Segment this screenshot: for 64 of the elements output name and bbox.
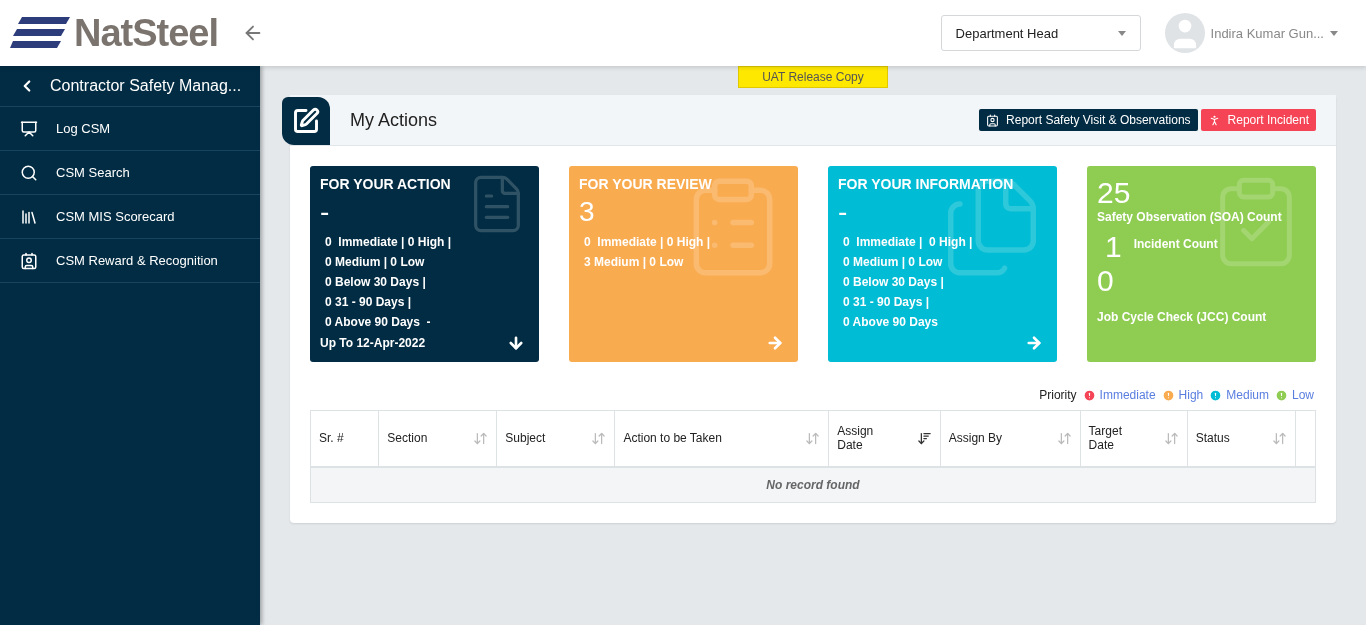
card-count: - xyxy=(320,195,330,229)
sidebar-item[interactable]: CSM Search xyxy=(0,151,260,195)
sort-icon[interactable] xyxy=(916,430,932,446)
uat-banner: UAT Release Copy xyxy=(738,66,888,88)
column-header[interactable]: Subject xyxy=(496,410,615,467)
column-header[interactable]: Target Date xyxy=(1080,410,1188,467)
search-icon xyxy=(20,163,38,182)
card-line: 0 Immediate | 0 High | xyxy=(324,234,453,251)
card-footer: Up To 12-Apr-2022 xyxy=(320,336,426,350)
sidebar-title[interactable]: Contractor Safety Manag... xyxy=(0,66,260,107)
report-incident-button[interactable]: Report Incident xyxy=(1200,109,1316,131)
stat-label: Job Cycle Check (JCC) Count xyxy=(1097,310,1268,324)
role-select[interactable]: Department Head xyxy=(940,15,1141,51)
card-line: 0 31 - 90 Days | xyxy=(842,294,931,311)
presentation-board-icon xyxy=(20,119,38,138)
legend-text: High xyxy=(1178,388,1204,402)
card-count: 3 xyxy=(579,195,595,229)
column-header[interactable]: Section xyxy=(378,410,497,467)
id-card-icon xyxy=(986,113,1000,127)
card-line: 0 Medium | 0 Low xyxy=(842,254,944,271)
card-line: 0 Above 90 Days - xyxy=(324,314,432,331)
logo-text: NatSteel xyxy=(74,11,219,55)
legend-label: Priority xyxy=(1039,388,1077,402)
user-name[interactable]: Indira Kumar Gun... xyxy=(1210,25,1324,41)
column-header[interactable]: Action to be Taken xyxy=(614,410,829,467)
sidebar-item[interactable]: CSM Reward & Recognition xyxy=(0,239,260,283)
arrow-down-icon[interactable] xyxy=(507,334,525,352)
column-header[interactable]: Assign By xyxy=(940,410,1081,467)
sidebar-item[interactable]: CSM MIS Scorecard xyxy=(0,195,260,239)
card-title: FOR YOUR REVIEW xyxy=(579,176,713,192)
card-line: 0 Above 90 Days xyxy=(842,314,939,331)
legend-text: Low xyxy=(1292,388,1314,402)
card-line: 0 31 - 90 Days | xyxy=(324,294,413,311)
card-title: FOR YOUR INFORMATION xyxy=(838,176,1015,192)
avatar-icon[interactable] xyxy=(1164,13,1205,53)
card-line: 0 Immediate | 0 High | xyxy=(583,234,712,251)
logo-stripes-icon xyxy=(10,17,70,49)
arrow-right-icon[interactable] xyxy=(1025,334,1043,352)
stat-value: 0 xyxy=(1097,264,1114,298)
caret-icon[interactable] xyxy=(1330,30,1338,36)
card-line: 0 Immediate | 0 High | xyxy=(842,234,974,251)
arrow-right-icon[interactable] xyxy=(766,334,784,352)
stat-value: 1 xyxy=(1104,230,1122,264)
stat-label: Safety Observation (SOA) Count xyxy=(1097,210,1282,224)
card-count: - xyxy=(838,195,848,229)
card-line: 0 Medium | 0 Low xyxy=(324,254,426,271)
books-icon xyxy=(20,207,38,226)
empty-message: No record found xyxy=(310,466,1316,503)
column-header[interactable]: Sr. # xyxy=(310,410,379,467)
caret-icon xyxy=(1117,30,1126,36)
sidebar-item[interactable]: Log CSM xyxy=(0,107,260,151)
panel-title: My Actions xyxy=(350,109,438,131)
id-card-icon xyxy=(20,251,38,270)
stat-value: 25 xyxy=(1097,176,1131,210)
column-header[interactable]: Status xyxy=(1187,410,1296,467)
card-line: 0 Below 30 Days | xyxy=(842,274,945,291)
card-title: FOR YOUR ACTION xyxy=(320,176,452,192)
card-line: 3 Medium | 0 Low xyxy=(583,254,685,271)
legend-text: Medium xyxy=(1226,388,1269,402)
stat-label: Incident Count xyxy=(1133,237,1218,251)
legend-text: Immediate xyxy=(1099,388,1156,402)
column-header[interactable]: Assign Date xyxy=(828,410,941,467)
card-line: 0 Below 30 Days | xyxy=(324,274,427,291)
report-visit-button[interactable]: Report Safety Visit & Observations xyxy=(979,109,1198,131)
